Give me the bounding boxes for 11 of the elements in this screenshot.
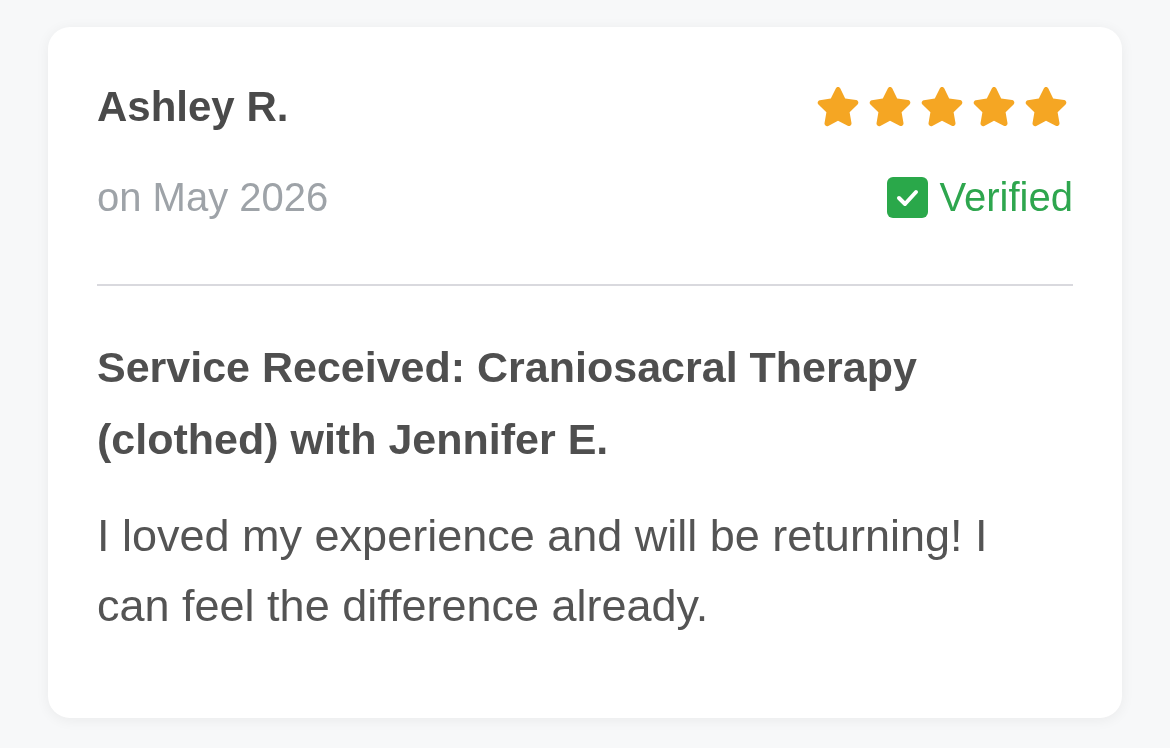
star-icon <box>921 87 963 127</box>
star-icon <box>817 87 859 127</box>
review-date: on May 2026 <box>97 174 329 221</box>
service-heading: Service Received: Craniosacral Therapy (clothed) with Jennifer E. <box>97 342 918 465</box>
star-icon <box>1025 87 1067 127</box>
checkbox-check-icon <box>886 176 928 218</box>
star-icon <box>973 87 1015 127</box>
review-text: I loved my experience and will be returning! I can feel the difference already. <box>97 509 989 633</box>
star-icon <box>869 87 911 127</box>
reviewer-name: Ashley R. <box>97 83 289 131</box>
verified-label: Verified <box>939 174 1073 221</box>
